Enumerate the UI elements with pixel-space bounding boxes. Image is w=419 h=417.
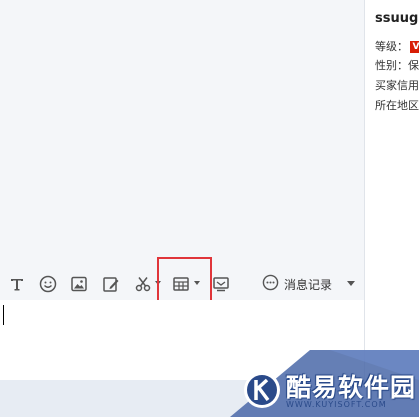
chat-pane: 消息记录 xyxy=(0,0,364,380)
smiley-icon[interactable] xyxy=(38,274,58,294)
image-icon[interactable] xyxy=(69,274,89,294)
profile-name: ssuug xyxy=(375,11,419,26)
watermark: 酷易软件园 WWW.KUYISOFT.COM xyxy=(230,350,419,417)
message-history-label: 消息记录 xyxy=(284,277,333,292)
text-cursor xyxy=(3,305,4,325)
region-label: 所在地区 xyxy=(375,99,419,112)
message-history-button[interactable]: 消息记录 xyxy=(262,272,332,296)
history-dropdown-icon[interactable] xyxy=(347,281,355,286)
level-row: 等级： V xyxy=(375,38,419,54)
level-label: 等级： xyxy=(375,40,408,53)
profile-panel: ssuug 等级： V 性别：保 买家信用 所在地区 xyxy=(365,0,419,380)
monitor-icon[interactable] xyxy=(211,274,231,294)
message-history-area xyxy=(0,0,364,266)
pencil-edit-icon[interactable] xyxy=(101,274,121,294)
scissors-icon[interactable] xyxy=(133,274,153,294)
gender-label: 性别：保 xyxy=(375,59,419,72)
text-format-icon[interactable] xyxy=(7,274,27,294)
level-badge: V xyxy=(410,41,419,53)
credit-label: 买家信用 xyxy=(375,79,419,92)
watermark-logo-icon xyxy=(244,372,280,408)
speech-bubble-icon xyxy=(262,274,279,295)
watermark-text: 酷易软件园 xyxy=(286,373,417,402)
watermark-url: WWW.KUYISOFT.COM xyxy=(286,400,387,409)
